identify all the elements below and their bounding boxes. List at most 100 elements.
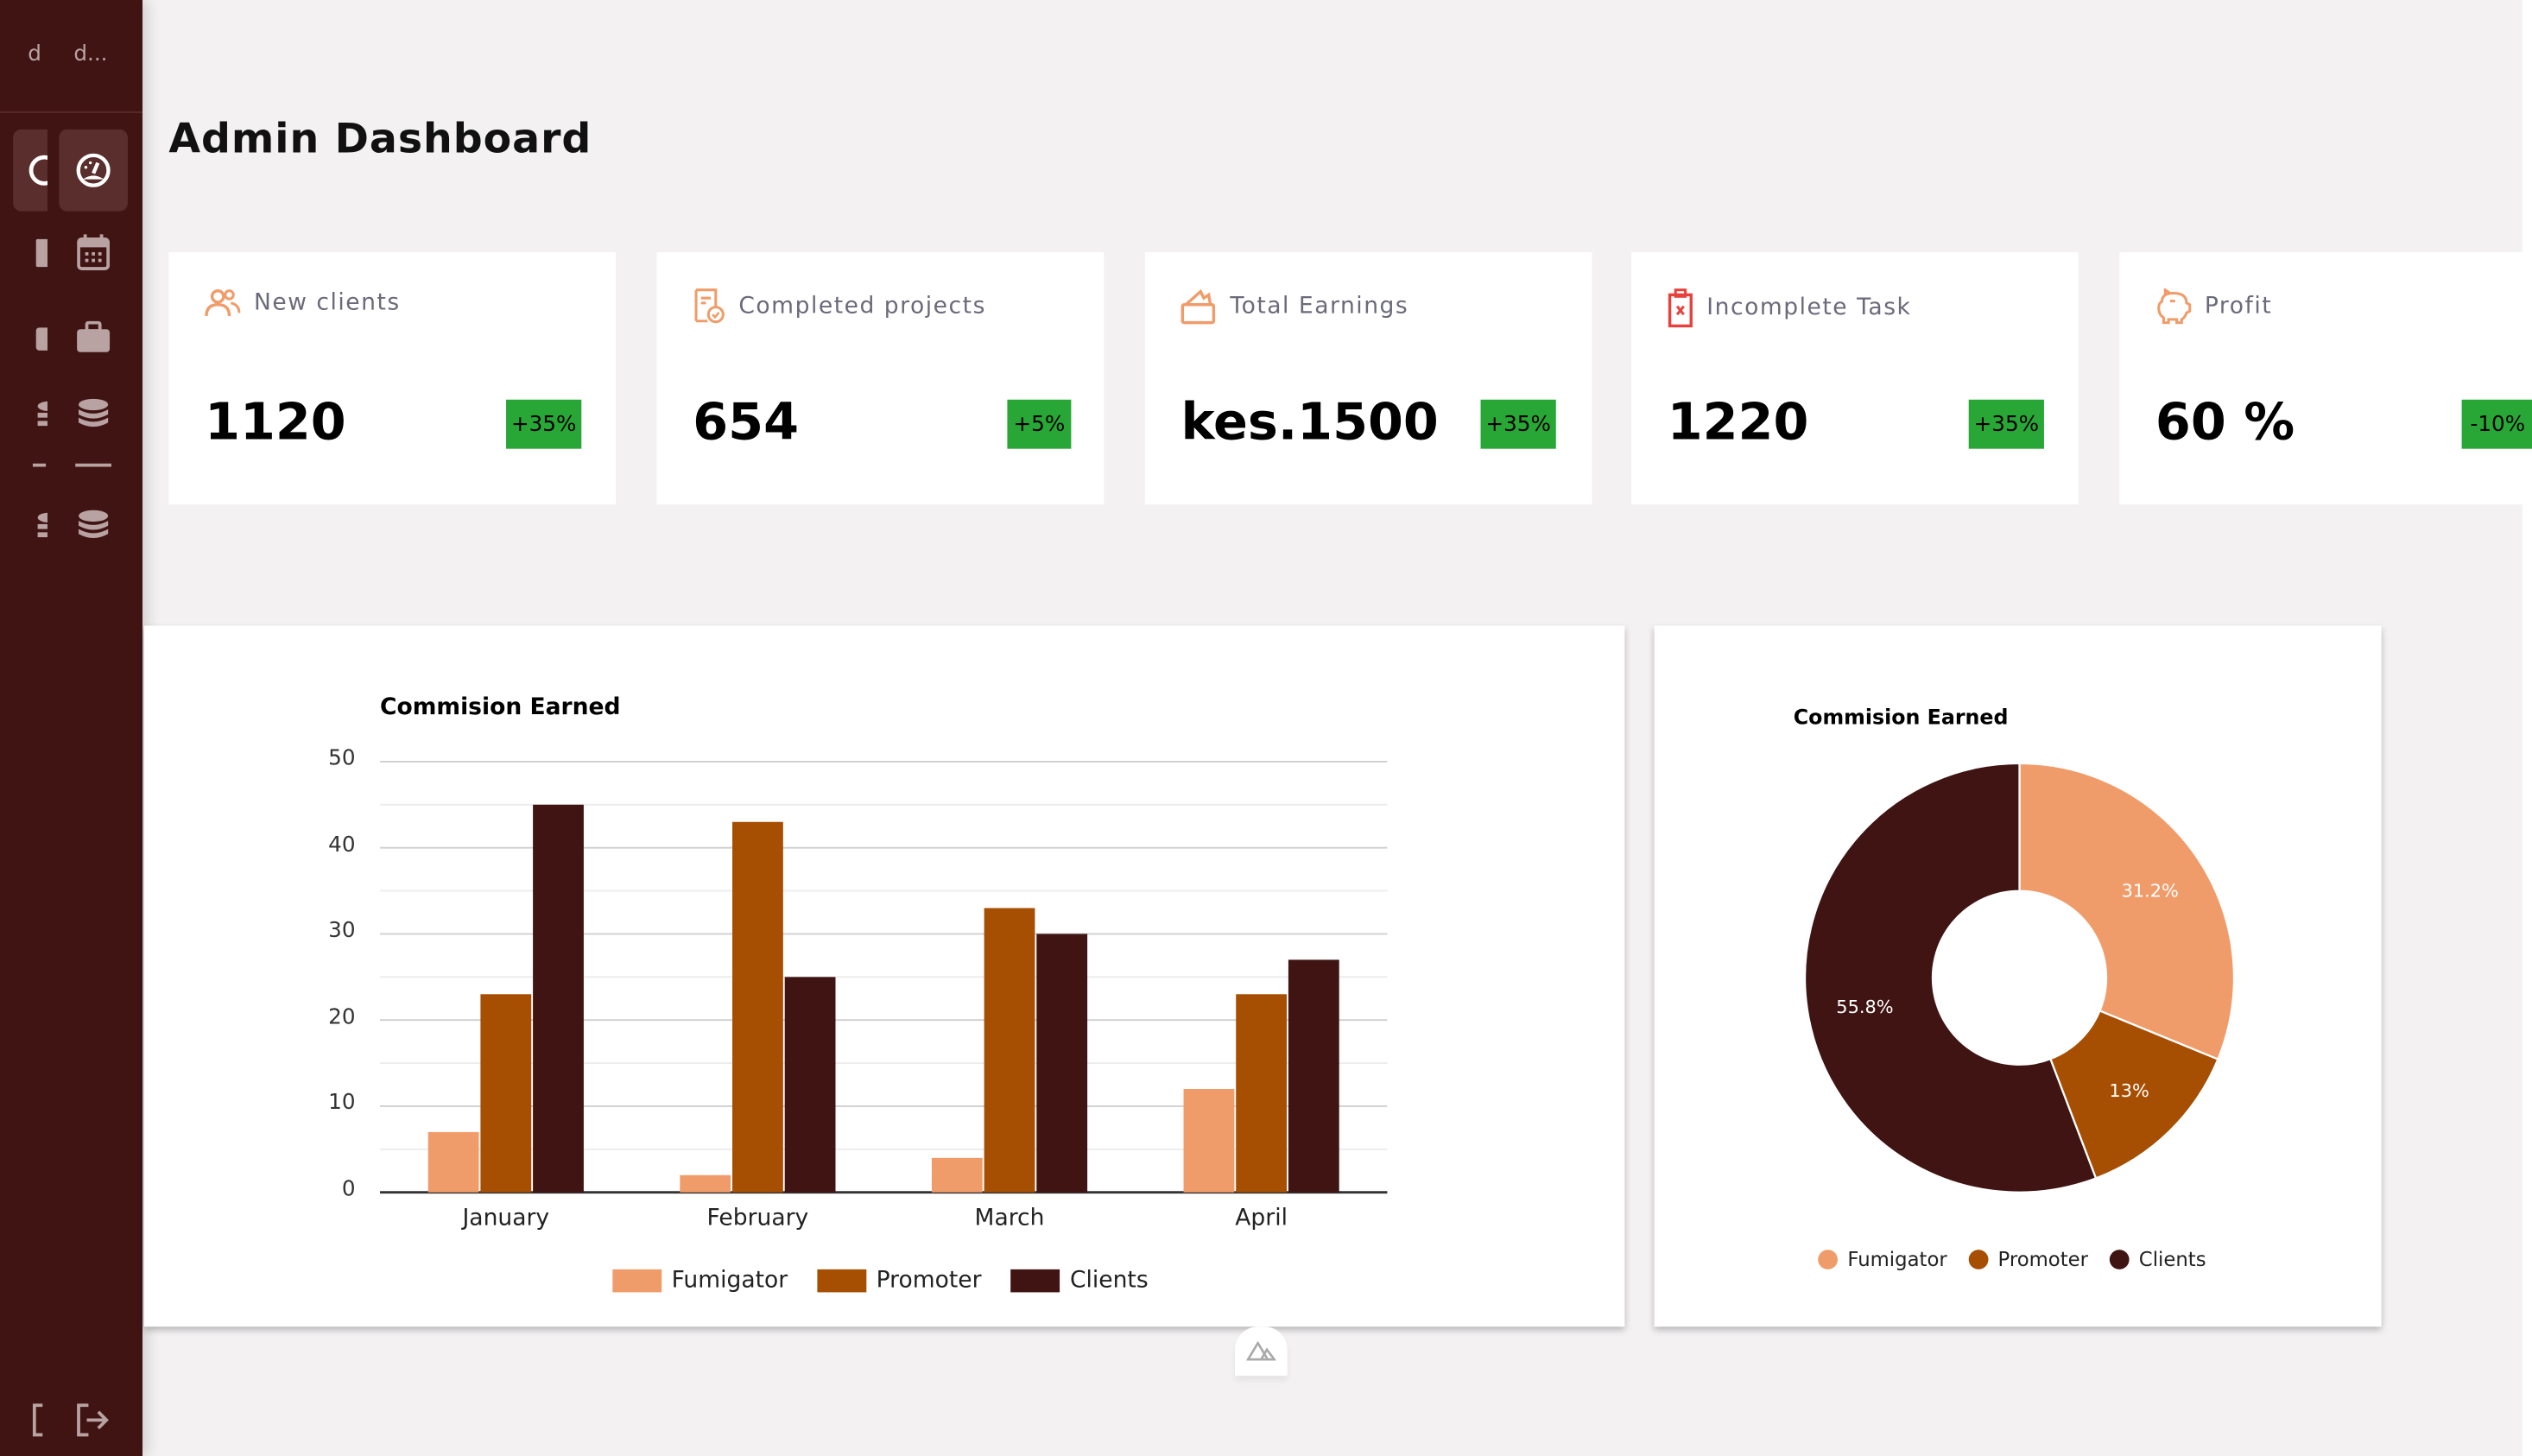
sidebar: d d... (0, 0, 143, 1456)
legend-item-fumigator[interactable]: Fumigator (612, 1268, 788, 1294)
document-check-icon (694, 288, 725, 324)
card-label: Total Earnings (1230, 293, 1409, 320)
bar-chart-legend: Fumigator Promoter Clients (612, 1268, 1177, 1294)
sidebar-item-briefcase[interactable] (59, 296, 128, 378)
card-label: Profit (2204, 293, 2273, 320)
page-title: Admin Dashboard (168, 114, 592, 162)
legend-label: Promoter (1997, 1248, 2089, 1271)
bar-chart-panel: Commision Earned 0 10 20 30 40 50 January Febr… (143, 625, 1625, 1327)
legend-swatch (612, 1269, 662, 1293)
pie-value-label: 55.8% (1836, 997, 1893, 1017)
logout-collapsed-icon[interactable] (29, 1402, 46, 1444)
legend-label: Fumigator (671, 1267, 788, 1295)
sidebar-collapsed-item-database[interactable] (13, 373, 48, 455)
legend-swatch (1010, 1269, 1060, 1293)
card-label: New clients (253, 289, 401, 317)
y-tick-label: 0 (341, 1177, 356, 1203)
card-value: 1120 (205, 393, 346, 453)
legend-label: Clients (2138, 1248, 2206, 1271)
x-tick-label: February (706, 1205, 809, 1232)
bar-chart (380, 760, 1388, 1194)
card-value: 60 % (2155, 393, 2295, 453)
dashboard-icon (76, 153, 111, 187)
legend-label: Fumigator (1847, 1248, 1947, 1271)
sidebar-item-database-2[interactable] (59, 484, 128, 567)
legend-dot (2109, 1250, 2130, 1269)
nuxt-logo-icon (1246, 1341, 1276, 1361)
card-value: 654 (693, 393, 800, 453)
legend-swatch (817, 1269, 867, 1293)
sidebar-item-calendar[interactable] (59, 212, 128, 294)
bar-fumigator-january[interactable] (427, 1131, 479, 1193)
sidebar-divider (0, 111, 143, 113)
bar-fumigator-february[interactable] (680, 1174, 731, 1193)
stat-card-total-earnings: Total Earnings kes.1500 +35% (1144, 252, 1592, 505)
legend-dot (1818, 1250, 1838, 1269)
stat-card-new-clients: New clients 1120 +35% (168, 252, 617, 505)
legend-label: Promoter (876, 1267, 982, 1295)
legend-item-promoter[interactable]: Promoter (817, 1267, 982, 1295)
database-icon (79, 510, 109, 539)
sidebar-separator (32, 463, 47, 467)
bar-clients-february[interactable] (784, 977, 836, 1193)
sidebar-collapsed-item-calendar[interactable] (13, 212, 48, 294)
y-tick-label: 50 (328, 746, 356, 772)
brand-name: d... (73, 42, 108, 67)
card-label: Incomplete Task (1706, 294, 1912, 321)
card-value: 1220 (1667, 393, 1809, 453)
brand-initial: d (28, 42, 41, 67)
sidebar-separator (75, 463, 111, 467)
pie-chart-panel: Commision Earned 31.2% 13% 55.8% Fumigator… (1654, 625, 2382, 1327)
bar-fumigator-march[interactable] (931, 1157, 983, 1193)
change-badge: +35% (506, 399, 582, 449)
legend-item-fumigator[interactable]: Fumigator (1818, 1248, 1947, 1271)
sidebar-collapsed-item-briefcase[interactable] (13, 296, 48, 378)
pie-value-label: 31.2% (2122, 880, 2179, 901)
bar-clients-march[interactable] (1036, 934, 1088, 1193)
change-badge: -10% (2461, 399, 2532, 449)
bar-fumigator-april[interactable] (1183, 1089, 1235, 1193)
change-badge: +35% (1968, 399, 2044, 449)
clipboard-x-icon (1668, 288, 1693, 328)
users-icon (205, 288, 241, 317)
bar-promoter-april[interactable] (1236, 994, 1288, 1193)
briefcase-icon (77, 320, 111, 352)
bar-clients-april[interactable] (1288, 959, 1339, 1193)
calendar-icon (77, 234, 111, 270)
x-tick-label: April (1235, 1205, 1288, 1232)
pie-value-label: 13% (2109, 1080, 2149, 1101)
pie-chart: 31.2% 13% 55.8% (1803, 762, 2236, 1193)
change-badge: +5% (1007, 399, 1072, 449)
legend-item-promoter[interactable]: Promoter (1968, 1248, 2088, 1271)
pie-slice-fumigator[interactable] (2018, 762, 2236, 1061)
logout-icon[interactable] (73, 1402, 113, 1444)
stat-card-completed-projects: Completed projects 654 +5% (656, 252, 1105, 505)
sidebar-collapsed-item-dashboard[interactable] (13, 129, 48, 212)
page-edge (2522, 0, 2532, 1456)
change-badge: +35% (1480, 399, 1556, 449)
stat-card-incomplete-task: Incomplete Task 1220 +35% (1631, 252, 2079, 505)
wallet-icon (1181, 288, 1216, 325)
x-tick-label: March (974, 1205, 1045, 1232)
sidebar-item-dashboard[interactable] (59, 129, 128, 212)
y-tick-label: 40 (328, 832, 356, 858)
stat-card-profit: Profit 60 % -10% (2119, 252, 2532, 505)
bar-promoter-march[interactable] (984, 908, 1035, 1193)
y-tick-label: 30 (328, 919, 356, 944)
x-tick-label: January (462, 1205, 550, 1232)
devtools-toggle-tab[interactable] (1235, 1326, 1288, 1377)
pie-chart-legend: Fumigator Promoter Clients (1818, 1248, 2227, 1271)
card-label: Completed projects (738, 293, 986, 320)
piggy-bank-icon (2157, 288, 2192, 325)
bar-promoter-february[interactable] (732, 821, 783, 1193)
legend-item-clients[interactable]: Clients (1010, 1267, 1149, 1295)
legend-label: Clients (1069, 1267, 1149, 1295)
sidebar-item-database[interactable] (59, 373, 128, 455)
bar-promoter-january[interactable] (480, 994, 532, 1193)
y-tick-label: 20 (328, 1005, 356, 1030)
sidebar-collapsed-item-database-2[interactable] (13, 484, 48, 567)
legend-dot (1968, 1250, 1989, 1269)
legend-item-clients[interactable]: Clients (2109, 1248, 2206, 1271)
bar-clients-january[interactable] (533, 804, 584, 1193)
card-value: kes.1500 (1181, 393, 1439, 453)
